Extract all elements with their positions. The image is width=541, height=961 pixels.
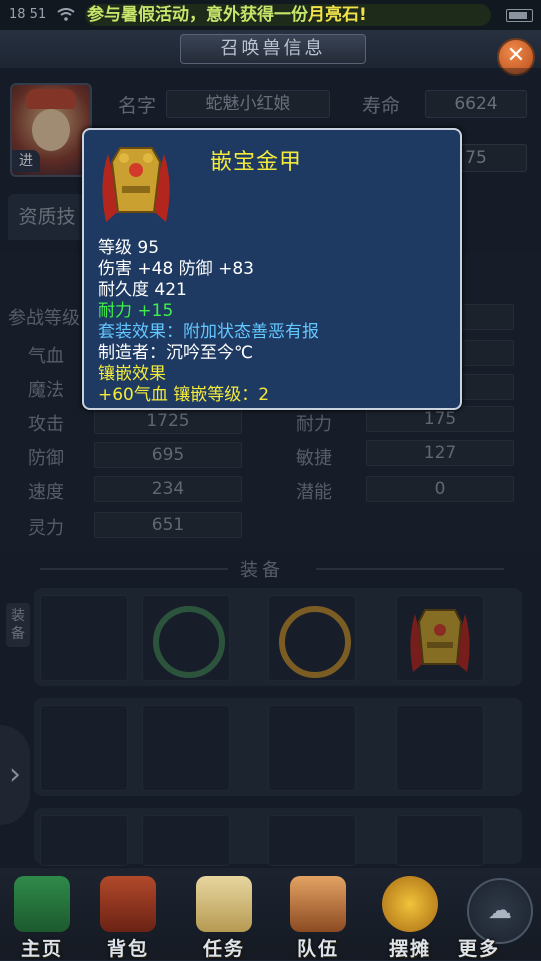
home-icon <box>14 876 70 932</box>
item-inlay-detail: +60气血 镶嵌等级：2 <box>98 385 270 405</box>
nav-team[interactable]: 队伍 <box>278 868 358 960</box>
armor-icon <box>102 147 170 222</box>
team-icon <box>290 876 346 932</box>
nav-quest[interactable]: 任务 <box>184 868 264 960</box>
window-title: 召唤兽信息 <box>180 34 366 64</box>
scroll-icon <box>196 876 252 932</box>
treasure-chest-icon <box>100 876 156 932</box>
battery-icon <box>506 9 533 22</box>
nav-bag-label: 背包 <box>106 938 149 960</box>
nav-team-label: 队伍 <box>296 938 339 960</box>
clock: 18 51 <box>9 7 47 22</box>
nav-home[interactable]: 主页 <box>2 868 82 960</box>
nav-stall-label: 摆摊 <box>388 938 431 960</box>
nav-quest-label: 任务 <box>202 938 245 960</box>
nav-stall[interactable]: 摆摊 <box>370 868 450 960</box>
nav-home-label: 主页 <box>20 938 63 960</box>
stall-coin-icon <box>382 876 438 932</box>
status-bar: 18 51 参与暑假活动，意外获得一份月亮石! <box>0 0 541 30</box>
item-name: 嵌宝金甲 <box>210 150 303 175</box>
wifi-icon <box>57 8 75 21</box>
nav-bag[interactable]: 背包 <box>88 868 168 960</box>
announcement-marquee: 参与暑假活动，意外获得一份月亮石! <box>85 4 491 26</box>
nav-more-label[interactable]: 更多 <box>458 934 538 961</box>
item-tooltip: 嵌宝金甲 等级 95 伤害 +48 防御 +83 耐久度 421 耐力 +15 … <box>82 128 462 410</box>
